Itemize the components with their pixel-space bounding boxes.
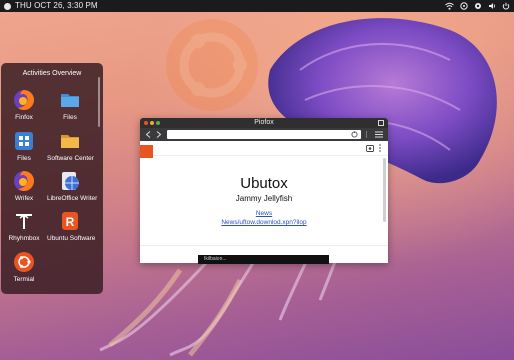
menu-icon[interactable] xyxy=(375,131,383,138)
app-termial[interactable]: Termial xyxy=(1,251,47,283)
screenshot-icon[interactable] xyxy=(366,144,374,152)
app-software-center[interactable]: Software Center xyxy=(47,130,94,162)
app-libreoffice-writer[interactable]: LibreOffice Writer xyxy=(47,170,98,202)
app-label: Files xyxy=(17,155,31,162)
firefox-icon xyxy=(14,90,34,110)
top-bar: THU OCT 26, 3:30 PM xyxy=(0,0,514,12)
forward-icon[interactable] xyxy=(155,131,162,138)
ubuntu-icon[interactable] xyxy=(460,2,468,10)
accent-square xyxy=(140,145,153,158)
app-label: Termial xyxy=(13,276,35,283)
globe-icon xyxy=(62,172,79,190)
settings-icon[interactable] xyxy=(474,2,482,10)
wifi-icon[interactable] xyxy=(445,2,454,10)
back-icon[interactable] xyxy=(145,131,152,138)
firefox-icon xyxy=(14,171,34,191)
app-wrifex[interactable]: Wrifex xyxy=(1,170,47,202)
apps-grid-icon xyxy=(15,132,33,150)
app-files[interactable]: Files xyxy=(47,89,93,121)
folder-icon xyxy=(61,94,79,107)
app-label: LibreOffice Writer xyxy=(47,195,98,202)
url-bar[interactable] xyxy=(167,130,361,139)
rhythmbox-icon xyxy=(16,214,32,229)
app-label: Files xyxy=(63,114,77,121)
terminal-icon xyxy=(14,252,34,272)
window-title: Piofox xyxy=(254,119,274,126)
svg-text:R: R xyxy=(66,215,75,229)
page-subtitle: Jammy Jellyfish xyxy=(235,194,293,203)
app-ubuntu-software[interactable]: R Ubuntu Software xyxy=(47,210,96,242)
footer-divider xyxy=(140,245,388,246)
browser-window: Piofox Ubutox Jammy Jellyfish News News/… xyxy=(140,118,388,263)
separator-icon xyxy=(366,131,367,138)
toolbar-strip xyxy=(140,141,388,156)
app-label: Ubuntu Software xyxy=(47,235,96,242)
ubuntu-logo-watermark xyxy=(166,19,258,111)
window-titlebar[interactable]: Piofox xyxy=(140,118,388,128)
news-link[interactable]: News xyxy=(140,210,388,217)
page-title: Ubutox xyxy=(240,175,288,192)
ubuntu-software-icon: R xyxy=(62,212,78,230)
power-icon[interactable] xyxy=(502,2,510,10)
app-files-grid[interactable]: Files xyxy=(1,130,47,162)
volume-icon[interactable] xyxy=(488,2,496,10)
app-label: Rhyhmbox xyxy=(8,235,40,242)
panel-scrollbar[interactable] xyxy=(98,77,100,127)
reload-icon[interactable] xyxy=(351,131,358,138)
activities-title: Activities Overview xyxy=(22,70,82,77)
desktop: THU OCT 26, 3:30 PM Activities Overview xyxy=(0,0,514,360)
app-rhyhmbox[interactable]: Rhyhmbox xyxy=(1,210,47,242)
kebab-menu-icon[interactable] xyxy=(379,144,381,152)
activities-dot-icon[interactable] xyxy=(4,2,11,10)
activities-overview-panel: Activities Overview Finfox Files Files S… xyxy=(1,63,103,294)
app-label: Wrifex xyxy=(14,195,34,202)
notification-bar[interactable]: Ikilbaion... xyxy=(198,255,329,264)
app-label: Software Center xyxy=(47,155,94,162)
restore-icon[interactable] xyxy=(378,120,384,126)
download-link[interactable]: News/uftow.downlod.xpn?ilop xyxy=(140,219,388,226)
page-scrollbar[interactable] xyxy=(383,158,386,222)
folder-icon xyxy=(61,135,79,148)
clock[interactable]: THU OCT 26, 3:30 PM xyxy=(15,0,98,12)
app-finfox[interactable]: Finfox xyxy=(1,89,47,121)
app-label: Finfox xyxy=(15,114,33,121)
system-tray[interactable] xyxy=(445,0,510,12)
